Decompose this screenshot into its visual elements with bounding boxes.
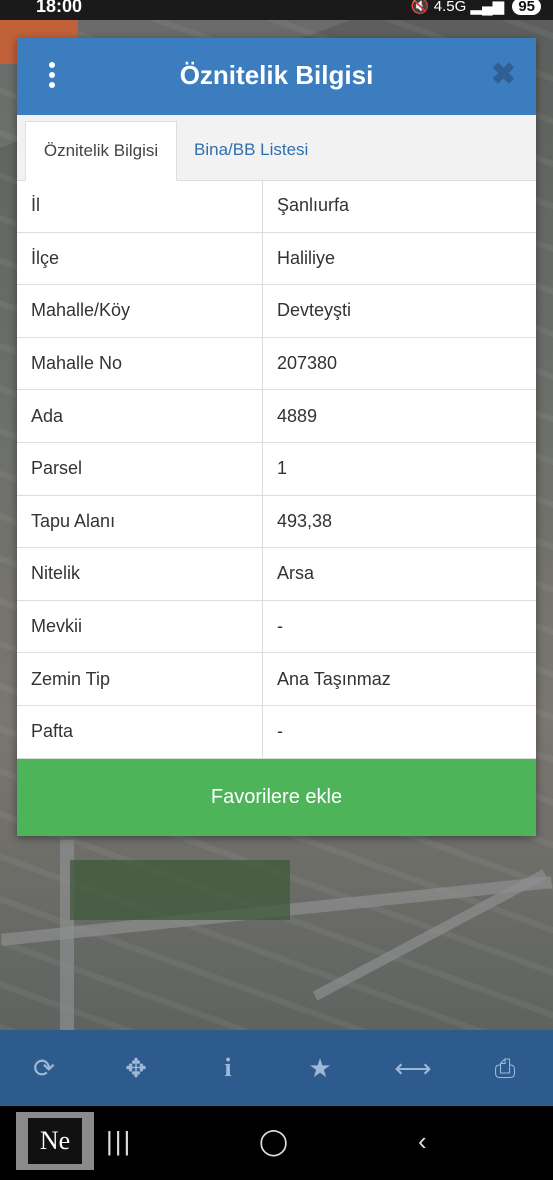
row-key: Mahalle/Köy <box>17 285 263 337</box>
row-value: 207380 <box>277 353 338 374</box>
tab-bar: Öznitelik Bilgisi Bina/BB Listesi <box>17 115 536 181</box>
row-value: Arsa <box>277 563 315 584</box>
row-value: 493,38 <box>277 510 333 531</box>
table-row: Nitelik Arsa <box>17 548 536 601</box>
system-nav-bar: Ne ||| ◯ ‹ <box>0 1106 553 1180</box>
row-value: Şanlıurfa <box>277 195 350 216</box>
row-key: Tapu Alanı <box>17 495 263 548</box>
attribute-table: İl Şanlıurfa İlçe Haliliye Mahalle/Köy Devt… <box>17 180 536 759</box>
status-indicators: 🔇 4.5G ▂▄▆ 95 <box>411 0 541 15</box>
star-icon[interactable]: ★ <box>300 1052 340 1084</box>
tab-attribute-info[interactable]: Öznitelik Bilgisi <box>25 121 177 181</box>
row-key: Mahalle No <box>17 337 263 390</box>
measure-icon[interactable]: ⟷ <box>393 1052 433 1084</box>
table-row: İlçe Haliliye <box>17 232 536 286</box>
row-key: Parsel <box>17 442 263 495</box>
network-label: 4.5G <box>433 0 467 15</box>
table-row: Parsel 1 <box>17 442 536 496</box>
row-key: Zemin Tip <box>17 653 263 705</box>
table-row: Mahalle/Köy Devteyşti <box>17 285 536 338</box>
status-time: 18:00 <box>36 0 83 16</box>
row-value: - <box>277 616 283 637</box>
locate-icon[interactable]: ✥ <box>116 1052 156 1084</box>
table-row: Zemin Tip Ana Taşınmaz <box>17 653 536 706</box>
row-value: 1 <box>277 458 288 479</box>
row-value: - <box>277 721 283 742</box>
table-row: Mevkii - <box>17 600 536 654</box>
row-key: İl <box>17 180 263 232</box>
row-value: 4889 <box>277 405 318 426</box>
table-row: Tapu Alanı 493,38 <box>17 495 536 549</box>
home-icon[interactable]: ◯ <box>259 1126 288 1157</box>
info-icon[interactable]: i <box>208 1052 248 1084</box>
table-row: İl Şanlıurfa <box>17 180 536 233</box>
row-key: İlçe <box>17 232 263 285</box>
bottom-toolbar: ⟳ ✥ i ★ ⟷ ⎙ <box>0 1030 553 1106</box>
map-vegetation <box>70 860 290 920</box>
mute-icon: 🔇 <box>410 0 430 15</box>
table-row: Ada 4889 <box>17 390 536 443</box>
tab-building-list[interactable]: Bina/BB Listesi <box>182 121 320 179</box>
status-bar: 18:00 🔇 4.5G ▂▄▆ 95 <box>0 0 553 20</box>
print-icon[interactable]: ⎙ <box>485 1052 525 1084</box>
add-favorite-button[interactable]: Favorilere ekle <box>17 759 536 836</box>
dialog-header: Öznitelik Bilgisi ✖ <box>17 38 536 115</box>
row-value: Haliliye <box>277 247 336 268</box>
row-value: Devteyşti <box>277 300 352 321</box>
row-key: Mevkii <box>17 600 263 653</box>
battery-level: 95 <box>512 0 541 15</box>
row-key: Ada <box>17 390 263 442</box>
watermark-logo: Ne <box>16 1112 94 1170</box>
refresh-icon[interactable]: ⟳ <box>24 1052 64 1084</box>
attribute-dialog: Öznitelik Bilgisi ✖ Öznitelik Bilgisi Bi… <box>17 38 536 836</box>
row-key: Pafta <box>17 705 263 758</box>
row-value: Ana Taşınmaz <box>277 668 391 689</box>
logo-mark: Ne <box>28 1118 82 1164</box>
row-key: Nitelik <box>17 548 263 600</box>
signal-icon: ▂▄▆ <box>470 0 505 15</box>
back-icon[interactable]: ‹ <box>418 1126 427 1157</box>
table-row: Mahalle No 207380 <box>17 337 536 391</box>
table-row: Pafta - <box>17 705 536 759</box>
recent-apps-icon[interactable]: ||| <box>106 1126 132 1157</box>
close-icon[interactable]: ✖ <box>491 60 516 90</box>
dialog-title: Öznitelik Bilgisi <box>179 60 374 90</box>
